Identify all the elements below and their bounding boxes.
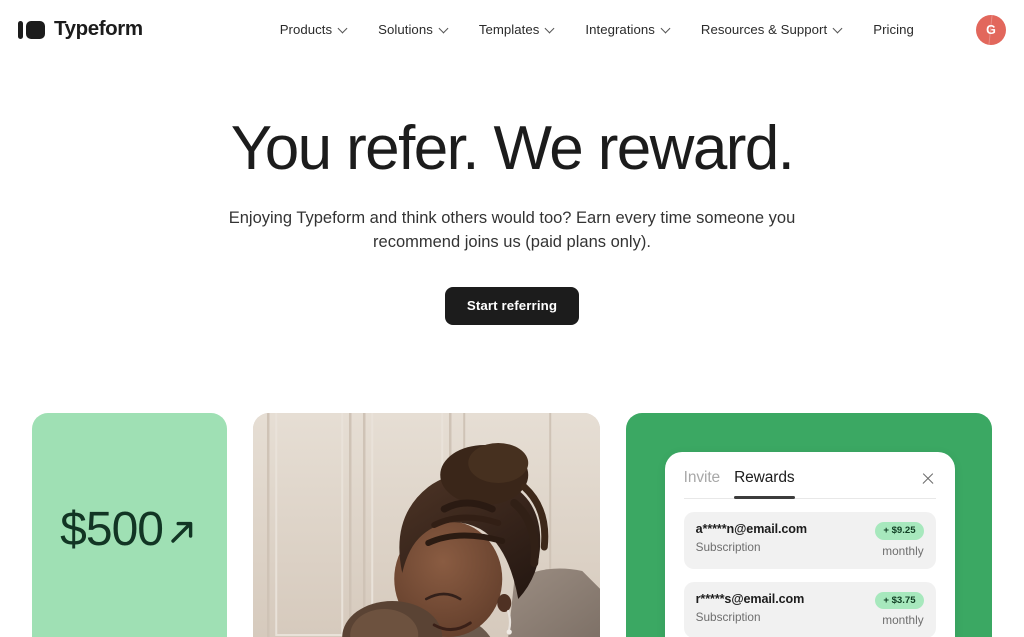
chevron-down-icon bbox=[834, 24, 843, 33]
typeform-logo[interactable]: Typeform bbox=[18, 19, 143, 40]
brand-name: Typeform bbox=[54, 17, 143, 41]
start-referring-button[interactable]: Start referring bbox=[444, 286, 580, 325]
lifestyle-photo bbox=[253, 413, 600, 637]
nav-item-integrations[interactable]: Integrations bbox=[570, 14, 686, 45]
chevron-down-icon bbox=[662, 24, 671, 33]
nav-item-label: Resources & Support bbox=[700, 22, 828, 37]
nav-links: Products Solutions Templates Integration… bbox=[265, 14, 929, 45]
page-title: You refer. We reward. bbox=[230, 114, 795, 183]
cta-container: Start referring bbox=[0, 286, 1024, 325]
top-navigation-bar: Typeform Products Solutions Templates In… bbox=[0, 0, 1024, 59]
reward-amount-card: $500 bbox=[32, 413, 228, 637]
feature-cards-row: $500 Invite Rewards a*****n@email.com Su… bbox=[0, 413, 1024, 637]
reward-item-type: Subscription bbox=[695, 540, 761, 554]
close-icon[interactable] bbox=[920, 471, 936, 487]
reward-item-period: monthly bbox=[882, 613, 924, 627]
typeform-logo-icon bbox=[18, 20, 45, 39]
nav-item-pricing[interactable]: Pricing bbox=[858, 14, 929, 45]
tab-rewards[interactable]: Rewards bbox=[734, 469, 796, 499]
reward-list-item[interactable]: a*****n@email.com Subscription + $9.25 m… bbox=[683, 512, 936, 569]
avatar[interactable]: G bbox=[976, 15, 1006, 45]
nav-item-label: Templates bbox=[478, 22, 540, 37]
chevron-down-icon bbox=[440, 24, 449, 33]
referral-app-card: Invite Rewards a*****n@email.com Subscri… bbox=[625, 413, 992, 637]
reward-item-type: Subscription bbox=[695, 609, 761, 624]
hero-section: You refer. We reward. Enjoying Typeform … bbox=[0, 59, 1024, 325]
avatar-initial: G bbox=[986, 23, 996, 37]
reward-amount-value: $500 bbox=[60, 503, 164, 556]
reward-item-details: r*****s@email.com Subscription bbox=[696, 592, 876, 624]
nav-item-resources-support[interactable]: Resources & Support bbox=[686, 14, 858, 45]
panel-tabs: Invite Rewards bbox=[683, 469, 936, 499]
reward-item-period: monthly bbox=[882, 543, 924, 558]
nav-item-templates[interactable]: Templates bbox=[464, 14, 571, 45]
chevron-down-icon bbox=[339, 24, 348, 33]
tab-invite[interactable]: Invite bbox=[684, 469, 721, 487]
reward-list-item[interactable]: r*****s@email.com Subscription + $3.75 m… bbox=[683, 581, 936, 637]
reward-item-amount-group: + $3.75 monthly bbox=[875, 591, 924, 627]
reward-item-amount-group: + $9.25 monthly bbox=[875, 522, 924, 558]
reward-item-email: a*****n@email.com bbox=[695, 522, 807, 536]
rewards-panel: Invite Rewards a*****n@email.com Subscri… bbox=[664, 452, 955, 637]
reward-item-email: r*****s@email.com bbox=[695, 591, 805, 606]
nav-item-solutions[interactable]: Solutions bbox=[363, 14, 464, 45]
nav-item-label: Integrations bbox=[585, 22, 655, 37]
reward-item-details: a*****n@email.com Subscription bbox=[696, 522, 876, 554]
reward-amount-row: $500 bbox=[60, 506, 199, 554]
lifestyle-photo-card bbox=[253, 413, 600, 637]
nav-item-products[interactable]: Products bbox=[265, 14, 363, 45]
nav-item-label: Pricing bbox=[873, 22, 914, 37]
hero-subtitle: Enjoying Typeform and think others would… bbox=[228, 208, 796, 251]
reward-amount-badge: + $9.25 bbox=[875, 522, 924, 540]
chevron-down-icon bbox=[546, 24, 555, 33]
arrow-up-right-icon bbox=[165, 515, 199, 549]
nav-item-label: Solutions bbox=[378, 22, 433, 37]
nav-item-label: Products bbox=[279, 22, 333, 37]
reward-amount-badge: + $3.75 bbox=[875, 591, 924, 609]
